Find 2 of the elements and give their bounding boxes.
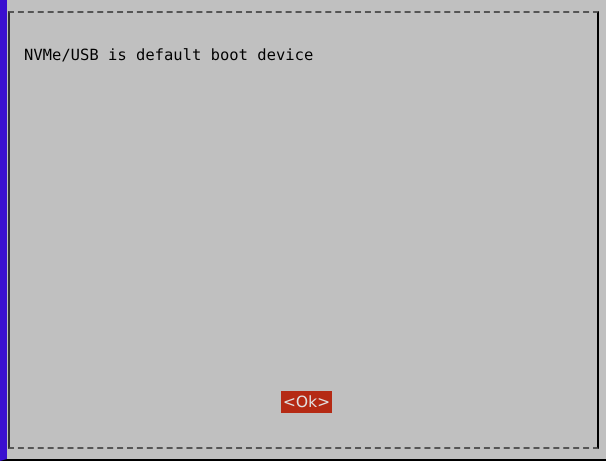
ok-button[interactable]: <Ok> [280,391,332,413]
dialog-message: NVMe/USB is default boot device [24,46,314,64]
